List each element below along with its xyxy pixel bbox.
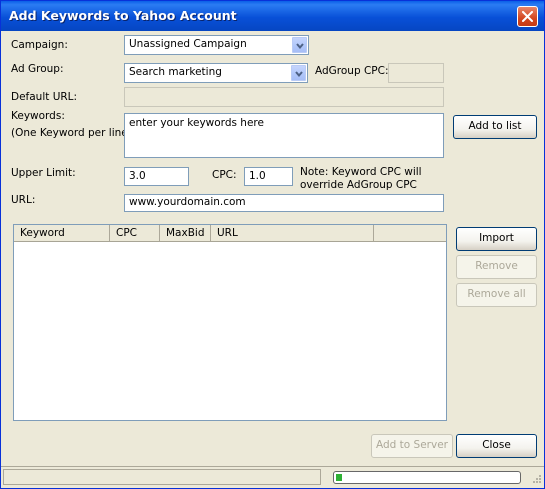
keyword-list-header: Keyword CPC MaxBid URL — [14, 225, 446, 242]
keywords-textarea[interactable]: enter your keywords here — [124, 113, 444, 158]
campaign-label: Campaign: — [11, 39, 68, 51]
upper-limit-label: Upper Limit: — [11, 167, 76, 179]
cpc-note-line1: Note: Keyword CPC will — [300, 166, 422, 178]
adgroup-select[interactable]: Search marketing — [124, 63, 308, 83]
remove-button[interactable]: Remove — [456, 255, 537, 279]
window-title: Add Keywords to Yahoo Account — [9, 8, 237, 23]
campaign-value: Unassigned Campaign — [129, 38, 247, 50]
upper-limit-value: 3.0 — [129, 170, 146, 182]
resize-grip-icon[interactable] — [530, 474, 542, 486]
close-icon — [522, 11, 533, 22]
chevron-down-icon — [295, 71, 303, 78]
url-field[interactable]: www.yourdomain.com — [124, 194, 444, 212]
column-header-cpc[interactable]: CPC — [110, 225, 160, 241]
keyword-list[interactable]: Keyword CPC MaxBid URL — [13, 224, 447, 421]
adgroup-cpc-field — [388, 63, 444, 83]
progress-bar — [333, 471, 521, 484]
keywords-hint: (One Keyword per line) — [11, 127, 132, 139]
progress-bar-fill — [336, 474, 342, 481]
adgroup-label: Ad Group: — [11, 63, 64, 75]
cpc-label: CPC: — [212, 169, 237, 181]
keywords-label: Keywords: — [11, 110, 65, 122]
column-header-keyword[interactable]: Keyword — [14, 225, 110, 241]
status-text-pane — [3, 469, 321, 485]
cpc-value: 1.0 — [249, 170, 266, 182]
status-bar — [1, 466, 544, 488]
close-window-button[interactable] — [517, 6, 538, 27]
close-button[interactable]: Close — [456, 434, 537, 458]
upper-limit-field[interactable]: 3.0 — [124, 167, 189, 186]
add-to-list-button[interactable]: Add to list — [453, 115, 537, 139]
cpc-field[interactable]: 1.0 — [244, 167, 293, 186]
add-to-server-button[interactable]: Add to Server — [371, 434, 453, 458]
adgroup-cpc-label: AdGroup CPC: — [315, 65, 389, 77]
adgroup-value: Search marketing — [129, 66, 222, 78]
url-label: URL: — [11, 194, 36, 206]
dialog-window: Add Keywords to Yahoo Account Campaign: … — [0, 0, 545, 489]
column-header-maxbid[interactable]: MaxBid — [160, 225, 211, 241]
chevron-down-icon — [296, 43, 304, 50]
url-value: www.yourdomain.com — [129, 196, 246, 208]
title-bar[interactable]: Add Keywords to Yahoo Account — [1, 1, 544, 31]
adgroup-dropdown-button[interactable] — [291, 65, 306, 81]
default-url-label: Default URL: — [11, 91, 78, 103]
cpc-note-line2: override AdGroup CPC — [300, 179, 417, 191]
column-header-url[interactable]: URL — [211, 225, 374, 241]
remove-all-button[interactable]: Remove all — [456, 283, 537, 307]
import-button[interactable]: Import — [456, 227, 537, 251]
default-url-field — [124, 87, 444, 107]
campaign-select[interactable]: Unassigned Campaign — [124, 35, 309, 55]
keywords-value: enter your keywords here — [129, 117, 264, 129]
campaign-dropdown-button[interactable] — [292, 37, 307, 53]
